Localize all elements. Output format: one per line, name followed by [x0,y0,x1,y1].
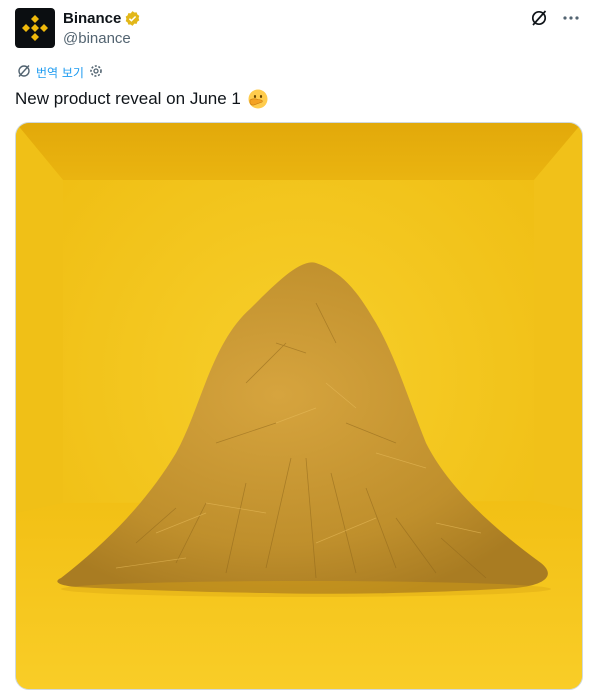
display-name[interactable]: Binance [63,10,121,27]
binance-logo-icon [22,15,48,41]
tweet-text-row: New product reveal on June 1 [15,88,269,110]
header-actions [529,8,581,28]
haystack-room-image [16,123,582,689]
author-names: Binance @binance [63,8,141,47]
tweet-header: Binance @binance [15,8,581,52]
user-handle[interactable]: @binance [63,30,141,47]
translate-icon [17,64,31,81]
gear-icon[interactable] [89,64,103,81]
avatar[interactable] [15,8,55,48]
gold-verified-badge-icon[interactable] [124,10,141,27]
face-with-hand-over-mouth-emoji [248,89,268,109]
slash-circle-icon[interactable] [529,8,549,28]
tweet-media-image[interactable] [15,122,583,690]
tweet-text: New product reveal on June 1 [15,89,241,108]
translate-row: 번역 보기 [17,64,103,81]
more-dots-icon[interactable] [561,8,581,28]
view-translation-link[interactable]: 번역 보기 [36,64,84,81]
